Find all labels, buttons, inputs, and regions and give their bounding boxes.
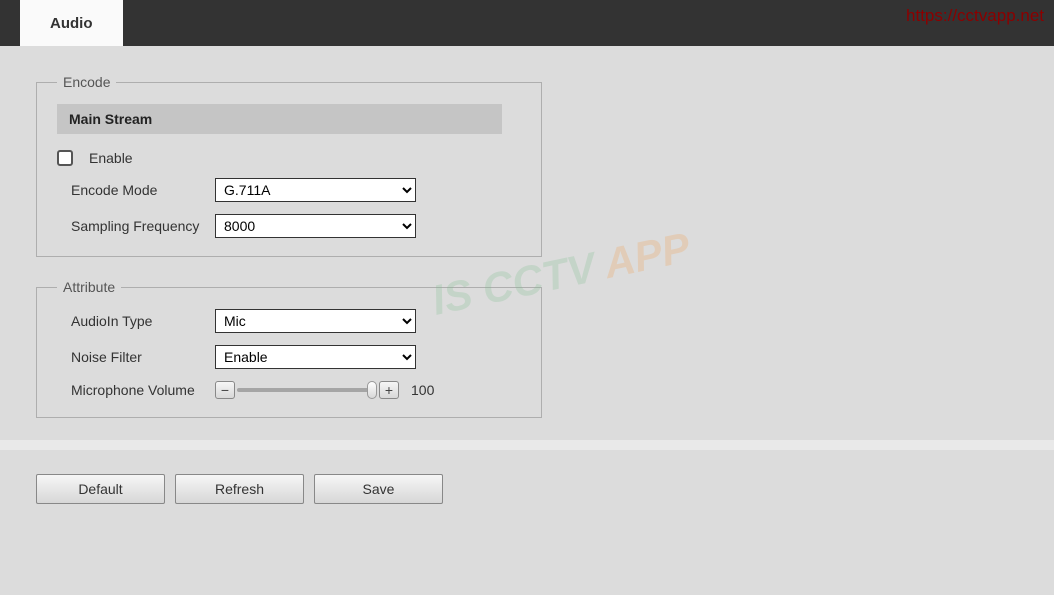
tab-bar: Audio https://cctvapp.net: [0, 0, 1054, 46]
page-content: Encode Main Stream Enable Encode Mode G.…: [0, 46, 1054, 504]
attribute-legend: Attribute: [57, 279, 121, 295]
action-buttons: Default Refresh Save: [36, 472, 1018, 504]
enable-label: Enable: [89, 150, 133, 166]
volume-plus-button[interactable]: +: [379, 381, 399, 399]
volume-minus-button[interactable]: −: [215, 381, 235, 399]
main-stream-header: Main Stream: [57, 104, 502, 134]
sampling-frequency-label: Sampling Frequency: [57, 218, 215, 234]
audioin-type-select[interactable]: Mic: [215, 309, 416, 333]
audioin-type-label: AudioIn Type: [57, 313, 215, 329]
sampling-frequency-select[interactable]: 8000: [215, 214, 416, 238]
volume-slider-track[interactable]: [237, 388, 377, 392]
encode-mode-label: Encode Mode: [57, 182, 215, 198]
section-divider: [0, 440, 1054, 450]
default-button[interactable]: Default: [36, 474, 165, 504]
microphone-volume-value: 100: [411, 382, 434, 398]
attribute-fieldset: Attribute AudioIn Type Mic Noise Filter …: [36, 279, 542, 418]
noise-filter-label: Noise Filter: [57, 349, 215, 365]
watermark-url: https://cctvapp.net: [906, 6, 1044, 26]
tab-audio[interactable]: Audio: [20, 0, 123, 46]
refresh-button[interactable]: Refresh: [175, 474, 304, 504]
volume-slider-thumb[interactable]: [367, 381, 377, 399]
save-button[interactable]: Save: [314, 474, 443, 504]
encode-legend: Encode: [57, 74, 116, 90]
enable-checkbox[interactable]: [57, 150, 73, 166]
encode-mode-select[interactable]: G.711A: [215, 178, 416, 202]
encode-fieldset: Encode Main Stream Enable Encode Mode G.…: [36, 74, 542, 257]
noise-filter-select[interactable]: Enable: [215, 345, 416, 369]
microphone-volume-label: Microphone Volume: [57, 382, 215, 398]
